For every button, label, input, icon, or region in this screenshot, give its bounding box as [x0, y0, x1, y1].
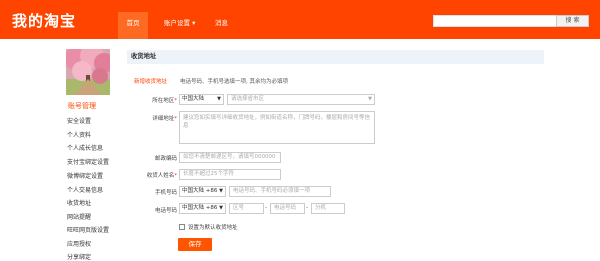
search-button[interactable]: 搜 索 — [556, 15, 589, 27]
region-label-text: 所在地区 — [152, 98, 175, 104]
region-select[interactable]: 请选择省市区 ▼ — [227, 94, 375, 105]
brand-logo[interactable]: 我的淘宝 — [12, 10, 76, 31]
separator-dash: - — [306, 204, 309, 211]
region-placeholder: 请选择省市区 — [231, 96, 265, 102]
region-country-value: 中国大陆 — [182, 96, 205, 102]
detail-address-textarea[interactable]: 建议您如实填写详细收货地址，例如街道名称，门牌号码，楼层和房间号等信息 — [179, 111, 375, 144]
chevron-down-icon: ▾ — [192, 19, 196, 27]
phone-country-code-select[interactable]: 中国大陆 +86 ▼ — [179, 203, 226, 214]
required-mark: * — [174, 116, 177, 122]
extension-input[interactable]: 分机 — [311, 203, 345, 214]
mobile-input[interactable]: 电话号码、手机号码必须填一项 — [229, 186, 331, 197]
mobile-code-value: 中国大陆 +86 — [182, 188, 218, 194]
zip-label: 邮政编码 — [117, 154, 177, 162]
sidebar-item-profile[interactable]: 个人资料 — [67, 130, 91, 139]
phone-number-input[interactable]: 电话号码 — [270, 203, 305, 214]
default-address-label: 设置为默认收货地址 — [188, 225, 238, 231]
sidebar-item-security[interactable]: 安全设置 — [67, 116, 91, 125]
phone-label-text: 电话号码 — [154, 208, 177, 214]
name-label: 收货人姓名* — [117, 171, 177, 179]
mobile-label-text: 手机号码 — [154, 190, 177, 196]
sidebar-item-wangwang[interactable]: 旺旺网页版设置 — [67, 225, 109, 234]
zip-label-text: 邮政编码 — [154, 156, 177, 162]
form-hint: 电话号码、手机号选填一项, 其余均为必填项 — [180, 79, 288, 85]
nav-account-label: 账户设置 — [164, 19, 190, 27]
required-mark: * — [174, 173, 177, 179]
name-label-text: 收货人姓名 — [146, 173, 175, 179]
sidebar-item-address[interactable]: 收货地址 — [67, 198, 91, 207]
area-code-input[interactable]: 区号 — [229, 203, 264, 214]
region-label: 所在地区* — [117, 96, 177, 104]
nav-account-settings[interactable]: 账户设置 ▾ — [164, 17, 195, 27]
mobile-label: 手机号码 — [117, 188, 177, 196]
chevron-down-icon: ▼ — [368, 96, 372, 102]
sidebar-item-weibo[interactable]: 微博绑定设置 — [67, 171, 103, 180]
chevron-down-icon: ▼ — [217, 96, 221, 102]
chevron-down-icon: ▼ — [219, 205, 223, 211]
sidebar-title: 账号管理 — [68, 102, 96, 110]
nav-home[interactable]: 首页 — [118, 12, 148, 39]
zip-input[interactable]: 如您不清楚邮递区号，请填写000000 — [179, 152, 281, 163]
nav-messages[interactable]: 消息 — [215, 17, 228, 27]
phone-code-value: 中国大陆 +86 — [182, 205, 218, 211]
top-header: 我的淘宝 首页 账户设置 ▾ 消息 搜 索 — [0, 0, 600, 39]
detail-label: 详细地址* — [117, 114, 177, 122]
detail-label-text: 详细地址 — [152, 116, 175, 122]
section-title: 收货地址 — [127, 50, 544, 64]
sidebar-item-growth[interactable]: 个人成长信息 — [67, 143, 103, 152]
sidebar-item-app-auth[interactable]: 应用授权 — [67, 239, 91, 248]
sidebar-item-share[interactable]: 分享绑定 — [67, 252, 91, 261]
sidebar-item-trade-info[interactable]: 个人交易信息 — [67, 185, 103, 194]
phone-label: 电话号码 — [117, 206, 177, 214]
avatar[interactable] — [66, 49, 110, 95]
required-mark: * — [174, 98, 177, 104]
new-address-link[interactable]: 新增收货地址 — [134, 77, 167, 85]
sidebar-item-reminders[interactable]: 网站提醒 — [67, 212, 91, 221]
mobile-country-code-select[interactable]: 中国大陆 +86 ▼ — [179, 186, 226, 197]
save-button[interactable]: 保存 — [178, 238, 212, 251]
default-address-checkbox[interactable] — [179, 224, 185, 230]
sidebar-item-alipay[interactable]: 支付宝绑定设置 — [67, 157, 109, 166]
region-country-select[interactable]: 中国大陆 ▼ — [179, 94, 224, 105]
separator-dash: - — [265, 204, 268, 211]
recipient-name-input[interactable]: 长度不超过25个字符 — [179, 169, 281, 180]
chevron-down-icon: ▼ — [219, 188, 223, 194]
search-input[interactable] — [433, 15, 557, 27]
